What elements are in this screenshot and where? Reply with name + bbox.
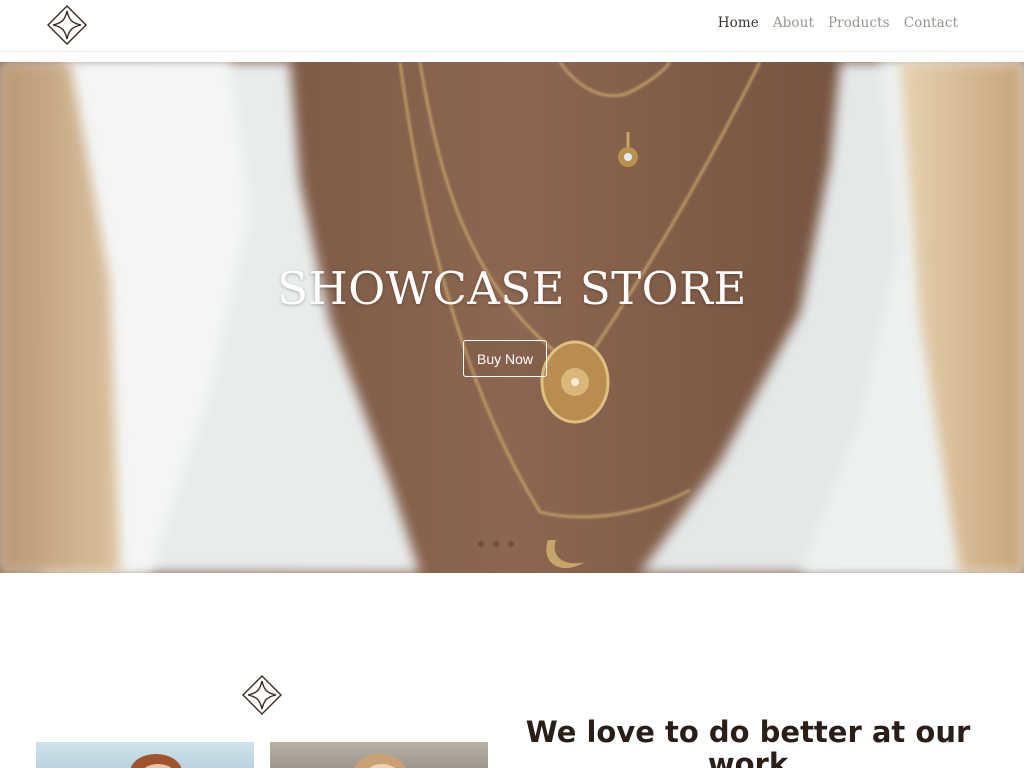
gallery-image-2 [270,742,488,768]
slider-dots [478,541,514,547]
gallery-image-1 [36,742,254,768]
slider-dot-3[interactable] [508,541,514,547]
diamond-logo-icon [242,675,282,715]
site-header: Home About Products Contact [0,0,1024,52]
hero-image [0,62,1024,573]
hero-banner: SHOWCASE STORE Buy Now [0,62,1024,573]
nav-link-about[interactable]: About [773,15,814,31]
slider-dot-2[interactable] [493,541,499,547]
about-headline: We love to do better at our work [525,715,971,768]
nav-link-contact[interactable]: Contact [904,15,958,31]
nav-link-home[interactable]: Home [718,15,759,31]
main-nav: Home About Products Contact [718,15,958,31]
nav-link-products[interactable]: Products [828,15,890,31]
buy-now-button[interactable]: Buy Now [463,340,547,377]
slider-dot-1[interactable] [478,541,484,547]
diamond-logo-icon[interactable] [46,4,88,46]
hero-title: SHOWCASE STORE [277,262,747,315]
